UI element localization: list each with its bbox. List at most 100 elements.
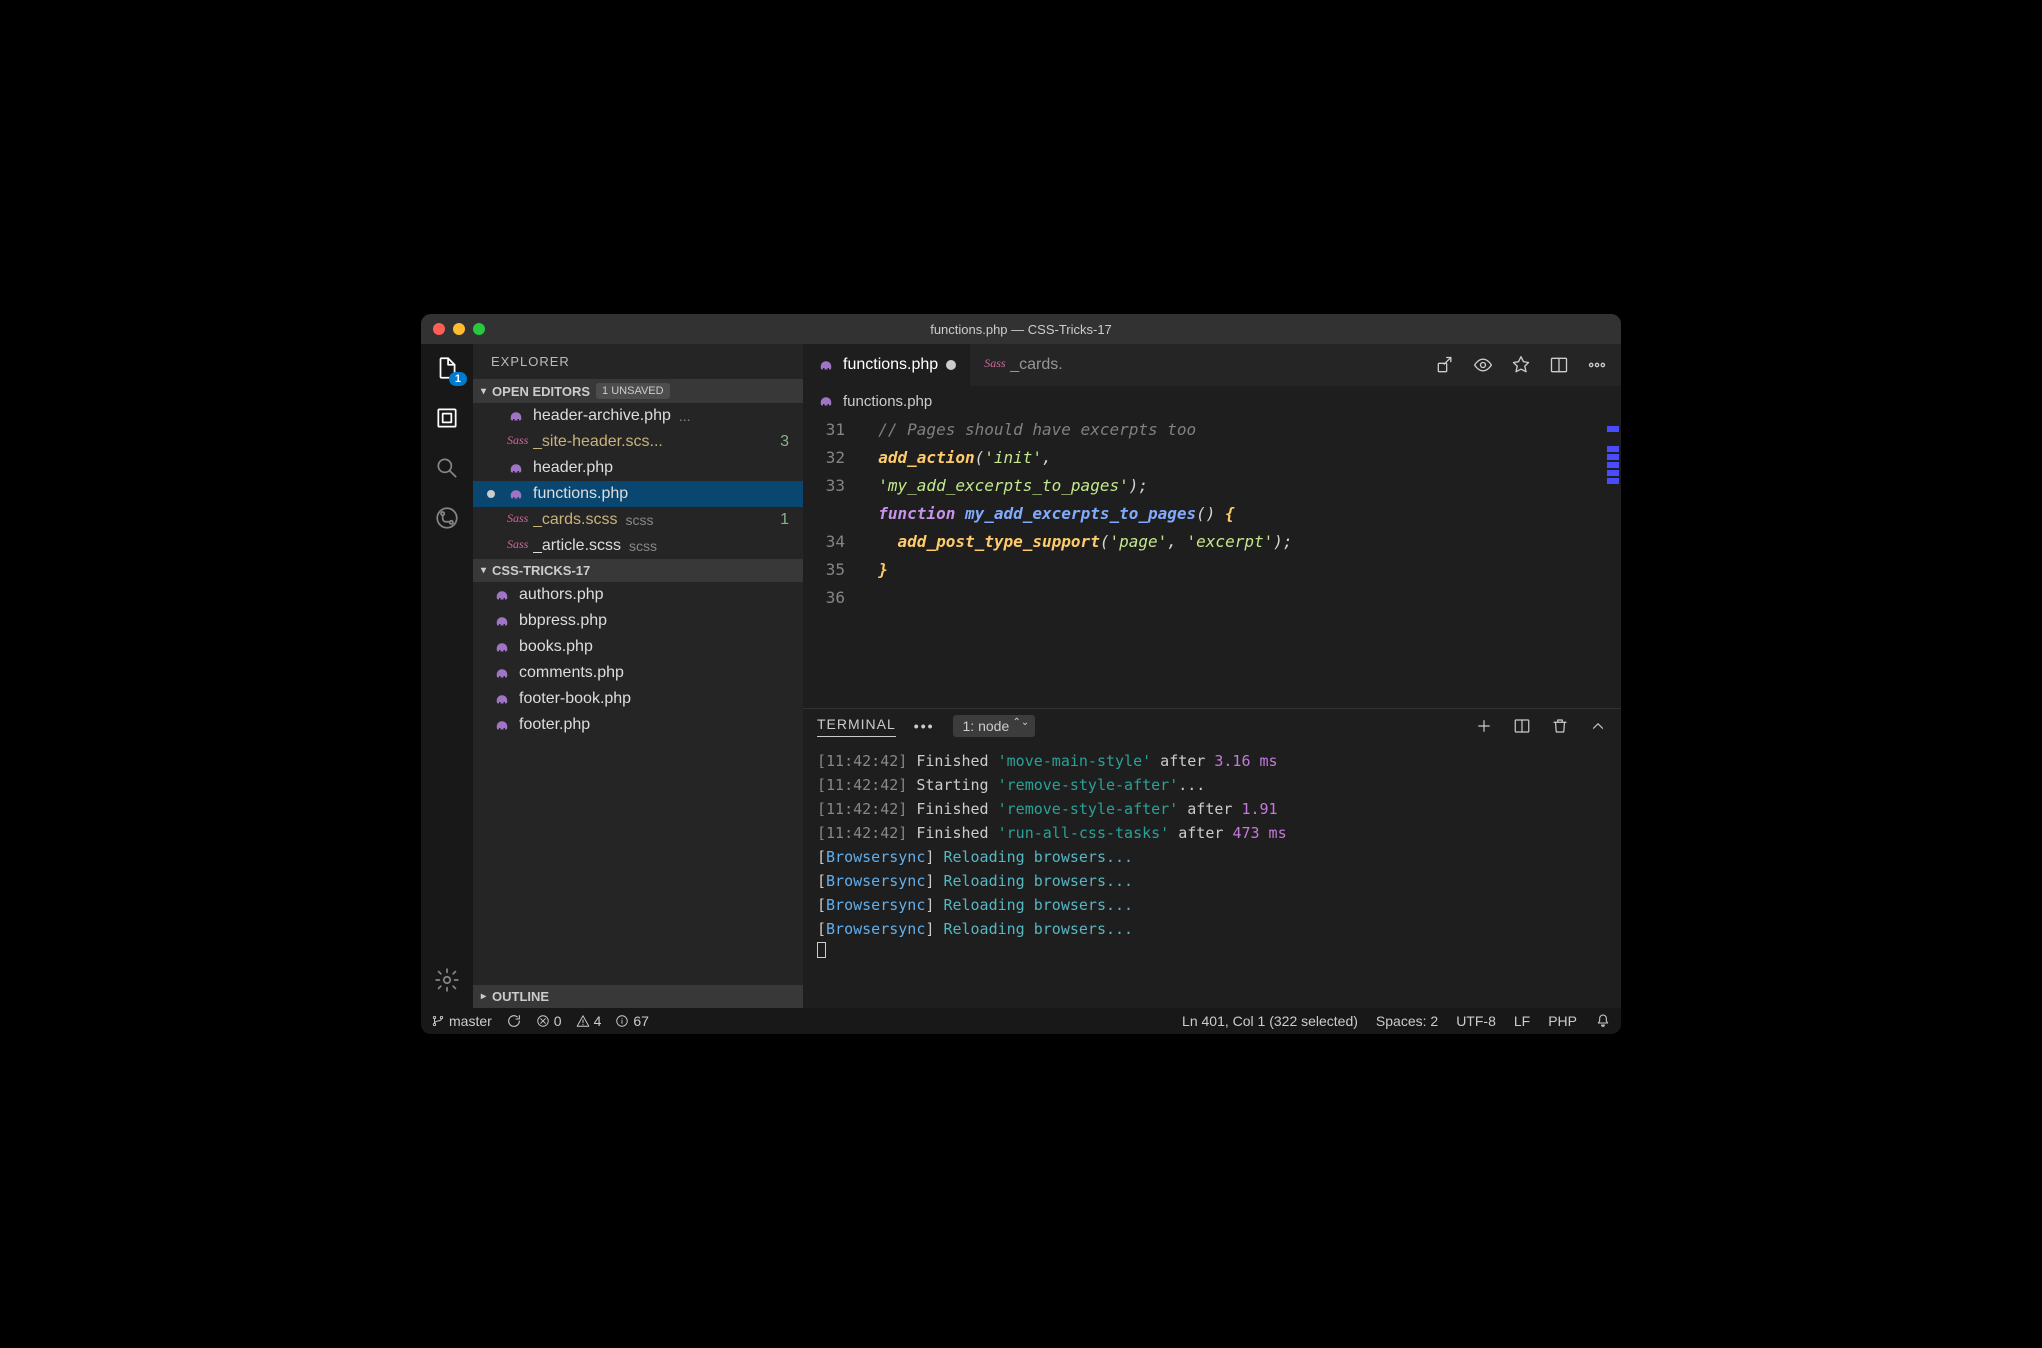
file-tree-item[interactable]: authors.php <box>473 582 803 608</box>
git-branch[interactable]: master <box>431 1013 492 1029</box>
magnify-icon[interactable] <box>433 454 461 482</box>
errors-count[interactable]: 0 <box>536 1013 562 1029</box>
php-icon <box>493 664 511 682</box>
open-editor-item[interactable]: Sass _cards.scss scss 1 <box>473 507 803 533</box>
split-editor-icon[interactable] <box>1549 355 1569 375</box>
php-icon <box>493 612 511 630</box>
file-label: _article.scss <box>533 537 621 555</box>
file-tree-item[interactable]: comments.php <box>473 660 803 686</box>
sidebar-title: EXPLORER <box>473 344 803 379</box>
dirty-indicator <box>487 490 495 498</box>
project-files-list: authors.php bbpress.php books.phpcomments.… <box>473 582 803 985</box>
file-dir: ... <box>679 408 691 424</box>
info-count[interactable]: 67 <box>615 1013 649 1029</box>
git-badge: 1 <box>780 511 795 529</box>
php-icon <box>507 407 525 425</box>
file-dir: scss <box>625 512 653 528</box>
file-label: _cards.scss <box>533 511 617 529</box>
breadcrumb-label: functions.php <box>843 393 932 410</box>
editor-tab[interactable]: Sass _cards. <box>970 344 1076 386</box>
open-changes-icon[interactable] <box>1435 355 1455 375</box>
git-badge: 3 <box>780 433 795 451</box>
activity-bar: 1 <box>421 344 473 1008</box>
open-editor-item[interactable]: Sass_site-header.scs...3 <box>473 429 803 455</box>
file-label: header-archive.php <box>533 407 671 425</box>
sass-icon: Sass <box>984 356 1002 374</box>
file-tree-item[interactable]: footer.php <box>473 712 803 738</box>
php-icon <box>493 690 511 708</box>
code-editor[interactable]: 313233 343536 // Pages should have excer… <box>803 416 1621 708</box>
explorer-sidebar: EXPLORER ▾ OPEN EDITORS 1 UNSAVED header… <box>473 344 803 1008</box>
maximize-panel-icon[interactable] <box>1589 717 1607 735</box>
chevron-right-icon: ▸ <box>481 991 486 1002</box>
more-actions-icon[interactable] <box>1587 355 1607 375</box>
project-header[interactable]: ▾ CSS-TRICKS-17 <box>473 559 803 582</box>
file-label: functions.php <box>533 485 628 503</box>
new-terminal-icon[interactable] <box>1475 717 1493 735</box>
sass-icon: Sass <box>507 511 525 529</box>
encoding[interactable]: UTF-8 <box>1456 1013 1496 1029</box>
terminal-header: TERMINAL ••• 1: node <box>803 709 1621 743</box>
php-icon <box>507 459 525 477</box>
project-label: CSS-TRICKS-17 <box>492 563 590 578</box>
warnings-count[interactable]: 4 <box>576 1013 602 1029</box>
tab-label: _cards. <box>1010 356 1062 374</box>
php-icon <box>493 716 511 734</box>
explorer-badge: 1 <box>449 372 467 386</box>
chevron-down-icon: ▾ <box>481 386 486 397</box>
file-label: footer.php <box>519 716 590 734</box>
file-tree-item[interactable]: books.php <box>473 634 803 660</box>
terminal-output[interactable]: [11:42:42] Finished 'move-main-style' af… <box>803 743 1621 1008</box>
source-control-icon[interactable] <box>433 504 461 532</box>
file-label: bbpress.php <box>519 612 607 630</box>
file-label: authors.php <box>519 586 604 604</box>
sass-icon: Sass <box>507 433 525 451</box>
terminal-more-icon[interactable]: ••• <box>914 718 935 734</box>
code-content[interactable]: // Pages should have excerpts too add_ac… <box>859 416 1603 708</box>
workbench-body: 1 EXPLORER ▾ OPEN EDITORS 1 UNSAVED <box>421 344 1621 1008</box>
language-mode[interactable]: PHP <box>1548 1013 1577 1029</box>
kill-terminal-icon[interactable] <box>1551 717 1569 735</box>
open-editor-item[interactable]: functions.php <box>473 481 803 507</box>
file-tree-item[interactable]: bbpress.php <box>473 608 803 634</box>
editor-tab[interactable]: functions.php <box>803 344 970 386</box>
preview-icon[interactable] <box>1473 355 1493 375</box>
editor-actions <box>1435 355 1621 375</box>
status-bar: master 0 4 67 Ln 401, Col 1 (322 selecte… <box>421 1008 1621 1034</box>
split-terminal-icon[interactable] <box>1513 717 1531 735</box>
php-icon <box>507 485 525 503</box>
open-editor-item[interactable]: Sass_article.scssscss <box>473 533 803 559</box>
open-editor-item[interactable]: header-archive.php... <box>473 403 803 429</box>
open-editors-header[interactable]: ▾ OPEN EDITORS 1 UNSAVED <box>473 379 803 403</box>
sync-icon[interactable] <box>506 1013 522 1029</box>
line-gutter: 313233 343536 <box>803 416 859 708</box>
window-title: functions.php — CSS-Tricks-17 <box>421 322 1621 337</box>
minimap[interactable] <box>1603 416 1621 708</box>
file-tree-item[interactable]: footer-book.php <box>473 686 803 712</box>
search-icon[interactable] <box>433 404 461 432</box>
terminal-panel: TERMINAL ••• 1: node [11:42:42] Finished… <box>803 708 1621 1008</box>
settings-gear-icon[interactable] <box>433 966 461 994</box>
unsaved-badge: 1 UNSAVED <box>596 383 670 399</box>
open-editors-label: OPEN EDITORS <box>492 384 590 399</box>
open-editors-list: header-archive.php...Sass_site-header.sc… <box>473 403 803 559</box>
cursor-position[interactable]: Ln 401, Col 1 (322 selected) <box>1182 1013 1358 1029</box>
php-icon <box>493 638 511 656</box>
terminal-select[interactable]: 1: node <box>953 715 1036 737</box>
eol[interactable]: LF <box>1514 1013 1530 1029</box>
notifications-bell-icon[interactable] <box>1595 1013 1611 1029</box>
run-icon[interactable] <box>1511 355 1531 375</box>
php-icon <box>817 356 835 374</box>
explorer-icon[interactable]: 1 <box>433 354 461 382</box>
outline-header[interactable]: ▸ OUTLINE <box>473 985 803 1008</box>
breadcrumb[interactable]: functions.php <box>803 386 1621 416</box>
file-label: header.php <box>533 459 613 477</box>
editor-tabs: functions.php Sass _cards. <box>803 344 1621 386</box>
outline-label: OUTLINE <box>492 989 549 1004</box>
php-icon <box>493 586 511 604</box>
indent-setting[interactable]: Spaces: 2 <box>1376 1013 1438 1029</box>
open-editor-item[interactable]: header.php <box>473 455 803 481</box>
terminal-tab[interactable]: TERMINAL <box>817 716 896 737</box>
titlebar[interactable]: functions.php — CSS-Tricks-17 <box>421 314 1621 344</box>
file-label: footer-book.php <box>519 690 631 708</box>
